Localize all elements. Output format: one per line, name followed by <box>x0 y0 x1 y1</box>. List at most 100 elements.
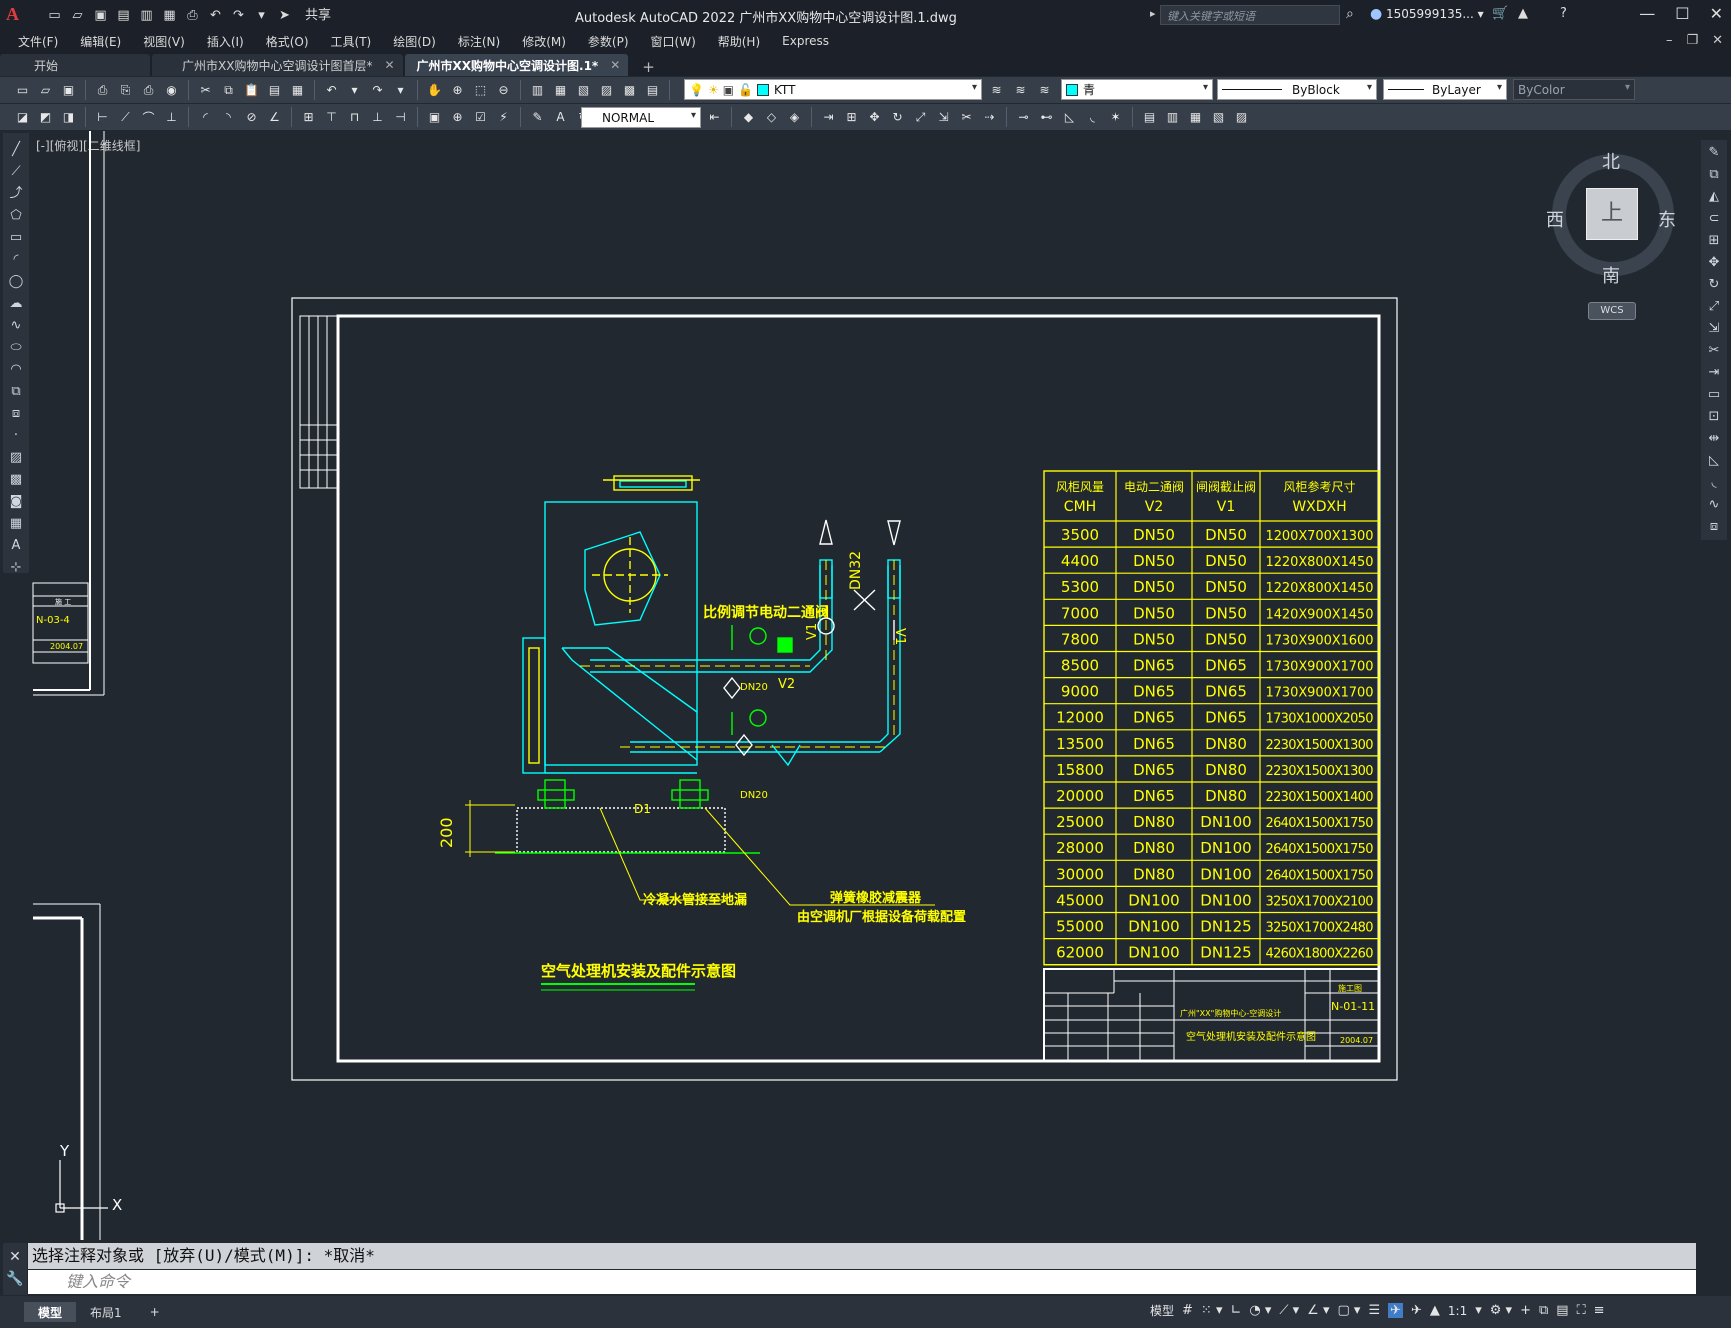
compass-east[interactable]: 东 <box>1658 206 1676 232</box>
properties-icon[interactable]: ▥ <box>527 80 548 100</box>
save-icon[interactable]: ▣ <box>92 7 109 24</box>
search-input[interactable]: 键入关键字或短语 <box>1160 5 1340 25</box>
dim-style-icon[interactable]: ⇤ <box>704 107 725 127</box>
explode-icon[interactable]: ✶ <box>1105 107 1126 127</box>
close-tab-icon[interactable]: ✕ <box>610 58 620 72</box>
annotation-scale-icon[interactable]: ▲ <box>1430 1303 1440 1318</box>
quick-dimension-icon[interactable]: ⊞ <box>298 107 319 127</box>
tab-first-floor[interactable]: 广州市XX购物中心空调设计图首层* ✕ <box>152 54 403 76</box>
plot-icon[interactable]: ⎙ <box>92 80 113 100</box>
chevron-down-icon[interactable]: ▾ <box>1203 82 1208 93</box>
save-web-icon[interactable]: ▦ <box>161 7 178 24</box>
sheet-set-icon[interactable]: ▨ <box>596 80 617 100</box>
tab-start[interactable]: 开始 <box>0 54 150 76</box>
mirror-icon[interactable]: ◭ <box>1709 188 1719 206</box>
mirror-icon[interactable]: ◈ <box>784 107 805 127</box>
plotstyle-dropdown[interactable]: ByColor ▾ <box>1513 79 1635 100</box>
join-icon[interactable]: ⊷ <box>1036 107 1057 127</box>
menu-help[interactable]: 帮助(H) <box>718 33 760 50</box>
undo-icon[interactable]: ↶ <box>207 7 224 24</box>
minimize-icon[interactable]: — <box>1639 4 1655 23</box>
print-icon[interactable]: ⎙ <box>184 7 201 24</box>
jogged-linear-icon[interactable]: ⚡ <box>493 107 514 127</box>
annotation-monitor-icon[interactable]: + <box>1520 1303 1531 1318</box>
tool-icon[interactable]: ◪ <box>12 107 33 127</box>
chevron-down-icon[interactable]: ▾ <box>1367 82 1372 93</box>
table-icon[interactable]: ▦ <box>10 515 22 533</box>
rectangle-icon[interactable]: ▭ <box>10 229 22 247</box>
linear-dimension-icon[interactable]: ⊢ <box>92 107 113 127</box>
layer-dropdown[interactable]: 💡 ☀ ▣ 🔓 KTT ▾ <box>684 79 982 100</box>
hatch-icon[interactable]: ▨ <box>10 449 22 467</box>
tolerance-icon[interactable]: ▣ <box>424 107 445 127</box>
paste-icon[interactable]: 📋 <box>241 80 262 100</box>
menu-draw[interactable]: 绘图(D) <box>393 33 436 50</box>
diameter-icon[interactable]: ⊘ <box>241 107 262 127</box>
hardware-acceleration-icon[interactable]: ▤ <box>1556 1303 1568 1318</box>
spline-icon[interactable]: ∿ <box>11 317 22 335</box>
match-properties-icon[interactable]: ▤ <box>264 80 285 100</box>
polar-icon[interactable]: ◔ ▾ <box>1249 1303 1271 1318</box>
trim-icon[interactable]: ✂ <box>956 107 977 127</box>
markup-icon[interactable]: ▩ <box>619 80 640 100</box>
copy-icon[interactable]: ⧉ <box>1709 166 1718 184</box>
lock-icon[interactable]: 🔓 <box>738 83 753 97</box>
gradient-icon[interactable]: ▩ <box>10 471 22 489</box>
object-snap-tracking-icon[interactable]: ∠ ▾ <box>1307 1303 1329 1318</box>
line-icon[interactable]: ╱ <box>12 141 20 159</box>
dimension-edit-icon[interactable]: ✎ <box>527 107 548 127</box>
close-command-icon[interactable]: ✕ <box>3 1249 27 1265</box>
calculator-icon[interactable]: ▤ <box>642 80 663 100</box>
explode-icon[interactable]: ⧈ <box>1710 518 1718 536</box>
customize-dropdown-icon[interactable]: ▾ <box>253 7 270 24</box>
isodraft-icon[interactable]: ⟋ ▾ <box>1279 1303 1299 1318</box>
customize-menu-icon[interactable]: ≡ <box>1594 1303 1605 1318</box>
array-icon[interactable]: ⊞ <box>1709 232 1720 250</box>
polygon-icon[interactable]: ⬠ <box>10 207 21 225</box>
open-icon[interactable]: ▱ <box>35 80 56 100</box>
a360-icon[interactable]: ▲ <box>1518 6 1528 21</box>
continue-icon[interactable]: ⊓ <box>344 107 365 127</box>
sun-icon[interactable]: ☀ <box>708 83 719 97</box>
trim-icon[interactable]: ✂ <box>1709 342 1720 360</box>
revision-cloud-icon[interactable]: ☁ <box>10 295 23 313</box>
open-file-icon[interactable]: ▱ <box>69 7 86 24</box>
rotate-icon[interactable]: ↻ <box>887 107 908 127</box>
make-current-layer-icon[interactable]: ≋ <box>986 80 1007 100</box>
polyline-icon[interactable]: ⤴ <box>9 185 22 203</box>
move-icon[interactable]: ✥ <box>864 107 885 127</box>
user-icon[interactable]: ● <box>1370 6 1382 22</box>
chevron-down-icon[interactable]: ▾ <box>1625 82 1630 93</box>
viewport-freeze-icon[interactable]: ▣ <box>723 83 734 97</box>
offset-icon[interactable]: ⊂ <box>1709 210 1720 228</box>
break-icon[interactable]: ⊣ <box>390 107 411 127</box>
open-web-icon[interactable]: ▥ <box>138 7 155 24</box>
copy-icon[interactable]: ⧉ <box>218 80 239 100</box>
region-icon[interactable]: ◙ <box>10 493 23 511</box>
snap-icon[interactable]: ⁙ ▾ <box>1201 1303 1223 1318</box>
linetype-dropdown[interactable]: ByBlock ▾ <box>1217 79 1377 100</box>
viewcube-top-face[interactable]: 上 <box>1586 188 1638 240</box>
3d-print-icon[interactable]: ◉ <box>161 80 182 100</box>
chevron-down-icon[interactable]: ▾ <box>972 82 977 93</box>
ortho-icon[interactable]: ∟ <box>1230 1303 1241 1318</box>
blend-icon[interactable]: ∿ <box>1709 496 1720 514</box>
command-line-grip[interactable]: ✕ 🔧 <box>3 1243 27 1295</box>
radius-icon[interactable]: ◜ <box>195 107 216 127</box>
tool-icon[interactable]: ◩ <box>35 107 56 127</box>
close-tab-icon[interactable]: ✕ <box>384 58 394 72</box>
dimension-text-edit-icon[interactable]: A <box>550 107 571 127</box>
wcs-menu-button[interactable]: WCS <box>1588 302 1636 320</box>
pan-icon[interactable]: ✋ <box>424 80 445 100</box>
layer-state-icon[interactable]: ≋ <box>1034 80 1055 100</box>
zoom-realtime-icon[interactable]: ⊕ <box>447 80 468 100</box>
compass-north[interactable]: 北 <box>1602 148 1620 174</box>
tab-active-drawing[interactable]: 广州市XX购物中心空调设计图.1* ✕ <box>404 54 629 76</box>
save-as-icon[interactable]: ▤ <box>115 7 132 24</box>
break-point-icon[interactable]: ⊡ <box>1709 408 1720 426</box>
inspect-icon[interactable]: ☑ <box>470 107 491 127</box>
menu-file[interactable]: 文件(F) <box>18 33 58 50</box>
baseline-icon[interactable]: ⊤ <box>321 107 342 127</box>
break-icon[interactable]: ▭ <box>1708 386 1720 404</box>
maximize-icon[interactable]: ☐ <box>1675 4 1689 23</box>
